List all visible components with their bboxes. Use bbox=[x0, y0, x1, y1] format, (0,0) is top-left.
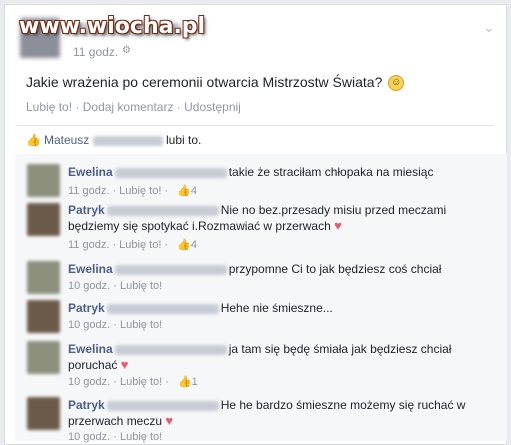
smiley-icon: ☺ bbox=[388, 75, 405, 92]
comment-body: Patryk He he bardzo śmieszne możemy się r… bbox=[68, 397, 498, 429]
comment-author[interactable]: Patryk bbox=[68, 203, 105, 217]
comment-author[interactable]: Ewelina bbox=[68, 165, 113, 179]
comment-like-link[interactable]: Lubię to! bbox=[119, 185, 161, 197]
comment-body: Ewelina przypomne Ci to jak będziesz coś … bbox=[68, 261, 498, 277]
privacy-icon: ⚙ bbox=[122, 45, 131, 56]
comment-time[interactable]: 10 godz. bbox=[68, 431, 110, 443]
comment-time[interactable]: 10 godz. bbox=[68, 319, 110, 331]
comment-surname-blurred[interactable] bbox=[114, 344, 227, 355]
comment-author[interactable]: Patryk bbox=[68, 301, 105, 315]
comment-like-link[interactable]: Lubię to! bbox=[120, 376, 162, 388]
comment-meta: 11 godz. · Lubię to! · 👍4 bbox=[68, 239, 197, 251]
avatar[interactable] bbox=[27, 341, 60, 374]
comment-body: Patryk Nie no bez.przesady misiu przed me… bbox=[68, 202, 498, 234]
thumbs-up-icon: 👍 bbox=[177, 185, 191, 197]
likes-suffix: lubi to. bbox=[166, 133, 202, 147]
post-actions: Lubię to! · Dodaj komentarz · Udostępnij bbox=[26, 100, 241, 114]
comment-body: Patryk Hehe nie śmieszne... bbox=[68, 300, 498, 316]
comment-time[interactable]: 11 godz. bbox=[68, 185, 109, 197]
comment-body: Ewelina takie że straciłam chłopaka na mi… bbox=[68, 164, 498, 180]
thumbs-up-icon: 👍 bbox=[177, 239, 191, 251]
watermark: www.wiocha.pl bbox=[19, 14, 206, 39]
comment-surname-blurred[interactable] bbox=[106, 400, 219, 411]
avatar[interactable] bbox=[27, 164, 60, 197]
comment-text: Hehe nie śmieszne... bbox=[220, 301, 333, 315]
comment-time[interactable]: 10 godz. bbox=[68, 376, 110, 388]
like-link[interactable]: Lubię to! bbox=[26, 100, 72, 114]
heart-emoji: ♥ bbox=[334, 218, 342, 233]
comment-surname-blurred[interactable] bbox=[114, 264, 227, 275]
share-link[interactable]: Udostępnij bbox=[184, 100, 241, 114]
comment-like-count[interactable]: 4 bbox=[191, 239, 197, 251]
comment-text: przypomne Ci to jak będziesz coś chciał bbox=[228, 262, 442, 276]
likes-surname-blurred[interactable] bbox=[92, 135, 163, 146]
comment-meta: 10 godz. · Lubię to! bbox=[68, 431, 163, 443]
comments-section: Ewelina takie że straciłam chłopaka na mi… bbox=[15, 154, 507, 443]
likes-name[interactable]: Mateusz bbox=[44, 133, 89, 147]
comment-time[interactable]: 11 godz. bbox=[68, 239, 109, 251]
comment-like-count[interactable]: 1 bbox=[192, 376, 198, 388]
comment-surname-blurred[interactable] bbox=[106, 303, 219, 314]
thumbs-up-icon: 👍 bbox=[177, 376, 192, 388]
comment-author[interactable]: Ewelina bbox=[68, 262, 113, 276]
likes-row: 👍 Mateusz lubi to. bbox=[26, 133, 201, 147]
post-text: Jakie wrażenia po ceremonii otwarcia Mis… bbox=[26, 74, 405, 92]
comment-like-link[interactable]: Lubię to! bbox=[120, 319, 162, 331]
comment-meta: 10 godz. · Lubię to! bbox=[68, 319, 163, 331]
avatar[interactable] bbox=[27, 397, 60, 430]
comment-body: Ewelina ja tam się będę śmiała jak będzie… bbox=[68, 341, 498, 373]
chevron-down-icon[interactable]: ⌄ bbox=[483, 19, 495, 36]
comment-author[interactable]: Patryk bbox=[68, 398, 105, 412]
comment-like-link[interactable]: Lubię to! bbox=[120, 431, 162, 443]
comment-surname-blurred[interactable] bbox=[114, 167, 227, 178]
avatar[interactable] bbox=[27, 300, 60, 333]
comment-meta: 10 godz. · Lubię to! bbox=[68, 280, 163, 292]
separator-dot: · bbox=[75, 100, 83, 114]
comment-surname-blurred[interactable] bbox=[106, 205, 219, 216]
post-text-content: Jakie wrażenia po ceremonii otwarcia Mis… bbox=[26, 74, 383, 90]
comment-meta: 11 godz. · Lubię to! · 👍4 bbox=[68, 185, 197, 197]
comment-author[interactable]: Ewelina bbox=[68, 342, 113, 356]
avatar[interactable] bbox=[27, 203, 60, 236]
post-time[interactable]: 11 godz. bbox=[73, 45, 118, 59]
comment-like-count[interactable]: 4 bbox=[191, 185, 197, 197]
heart-emoji: ♥ bbox=[120, 357, 129, 372]
comment-time[interactable]: 10 godz. bbox=[68, 280, 110, 292]
post-card: www.wiocha.pl 11 godz. ⚙ ⌄ Jakie wrażeni… bbox=[4, 4, 507, 445]
thumbs-up-icon: 👍 bbox=[26, 133, 41, 147]
avatar[interactable] bbox=[27, 261, 60, 294]
comment-link[interactable]: Dodaj komentarz bbox=[83, 100, 174, 114]
comment-like-link[interactable]: Lubię to! bbox=[120, 280, 162, 292]
comment-meta: 10 godz. · Lubię to! · 👍1 bbox=[68, 376, 198, 388]
divider bbox=[17, 125, 494, 126]
heart-emoji: ♥ bbox=[165, 413, 174, 428]
comment-text: takie że straciłam chłopaka na miesiąc bbox=[228, 165, 434, 179]
comment-like-link[interactable]: Lubię to! bbox=[119, 239, 161, 251]
